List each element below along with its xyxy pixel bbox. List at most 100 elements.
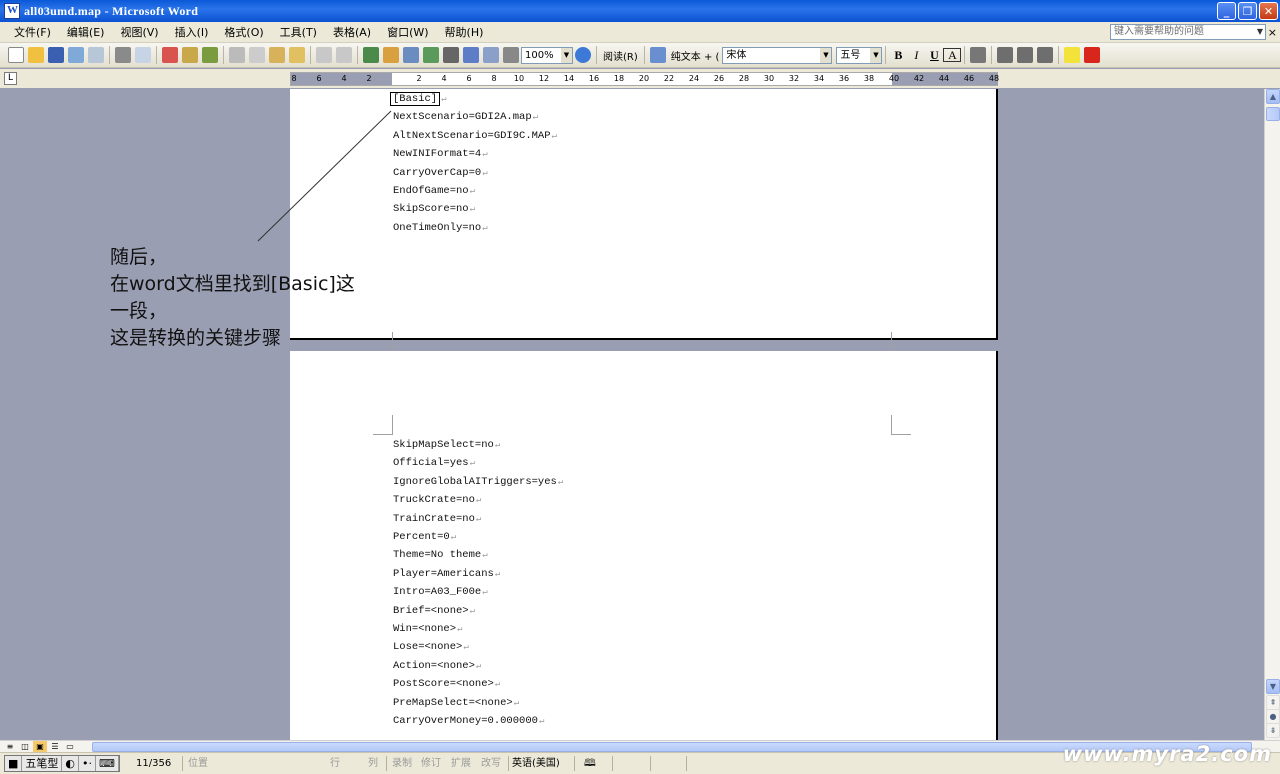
toolbar-separator bbox=[109, 46, 110, 64]
zoom-select[interactable]: 100% ▼ bbox=[521, 46, 573, 64]
minimize-button[interactable]: _ bbox=[1217, 2, 1236, 20]
ruler-tick-label: 30 bbox=[763, 74, 775, 83]
underline-button[interactable]: U bbox=[925, 48, 943, 63]
columns-icon[interactable] bbox=[443, 47, 459, 63]
document-map-icon[interactable] bbox=[483, 47, 499, 63]
vertical-scrollbar[interactable]: ▲ ▼ ⇞ ● ⇟ bbox=[1264, 89, 1280, 740]
ruler-tick-label: 40 bbox=[888, 74, 900, 83]
font-size-select[interactable]: 五号 ▼ bbox=[836, 46, 883, 64]
menu-insert[interactable]: 插入(I) bbox=[167, 24, 217, 40]
ruler-tick-label: 2 bbox=[416, 74, 422, 83]
document-area[interactable]: [Basic] ↵ NextScenario=GDI2A.map↵ AltNextSc… bbox=[22, 89, 1264, 740]
bold-button[interactable]: B bbox=[889, 48, 907, 63]
bullets-icon[interactable] bbox=[1017, 47, 1034, 63]
email-icon[interactable] bbox=[88, 47, 104, 63]
next-page-icon[interactable]: ⇟ bbox=[1266, 723, 1280, 738]
page-count: 11/356 bbox=[136, 758, 172, 769]
character-border-button[interactable]: A bbox=[943, 48, 962, 62]
tables-borders-icon[interactable] bbox=[383, 47, 399, 63]
paste-icon[interactable] bbox=[269, 47, 285, 63]
record-mode[interactable]: 录制 bbox=[392, 756, 412, 771]
status-divider bbox=[686, 756, 687, 771]
help-dropdown-icon[interactable]: ▼ bbox=[1254, 25, 1266, 39]
ruler-tick-label: 6 bbox=[466, 74, 472, 83]
font-dropdown-icon[interactable]: ▼ bbox=[820, 47, 832, 63]
word-app-icon bbox=[4, 3, 20, 19]
print-icon[interactable] bbox=[115, 47, 131, 63]
show-hide-icon[interactable] bbox=[503, 47, 519, 63]
menu-tools[interactable]: 工具(T) bbox=[272, 24, 325, 40]
ime-toolbar[interactable]: ■ 五笔型 ◐ •· ⌨ bbox=[4, 755, 120, 772]
ruler-tick-label: 10 bbox=[513, 74, 525, 83]
spelling-icon[interactable] bbox=[162, 47, 178, 63]
menu-file[interactable]: 文件(F) bbox=[6, 24, 59, 40]
format-painter-icon[interactable] bbox=[289, 47, 305, 63]
print-preview-icon[interactable] bbox=[135, 47, 151, 63]
menu-edit[interactable]: 编辑(E) bbox=[59, 24, 113, 40]
annotation-line: 随后， bbox=[110, 246, 168, 268]
document-close-icon[interactable]: × bbox=[1268, 26, 1277, 39]
drawing-icon[interactable] bbox=[463, 47, 479, 63]
copy-icon[interactable] bbox=[249, 47, 265, 63]
permission-icon[interactable] bbox=[68, 47, 84, 63]
spelling-status-icon[interactable]: 🕮 bbox=[584, 756, 596, 771]
close-button[interactable]: ✕ bbox=[1259, 2, 1278, 20]
ime-fullwidth-icon[interactable]: ◐ bbox=[62, 756, 80, 771]
scroll-down-icon[interactable]: ▼ bbox=[1266, 679, 1280, 694]
align-center-icon[interactable] bbox=[970, 47, 987, 63]
normal-view-icon[interactable]: ≡ bbox=[3, 741, 17, 752]
outline-view-icon[interactable]: ☰ bbox=[48, 741, 62, 752]
previous-page-icon[interactable]: ⇞ bbox=[1266, 695, 1280, 710]
numbering-icon[interactable] bbox=[997, 47, 1014, 63]
menu-help[interactable]: 帮助(H) bbox=[437, 24, 492, 40]
undo-icon[interactable] bbox=[316, 47, 332, 63]
read-mode-button[interactable]: 阅读(R) bbox=[600, 48, 641, 63]
tab-selector[interactable]: L bbox=[4, 72, 17, 85]
ruler-tick-label: 4 bbox=[341, 74, 347, 83]
menu-format[interactable]: 格式(O) bbox=[216, 24, 271, 40]
styles-icon[interactable] bbox=[649, 47, 666, 63]
menu-table[interactable]: 表格(A) bbox=[325, 24, 379, 40]
help-icon[interactable] bbox=[575, 47, 591, 63]
extend-mode[interactable]: 扩展 bbox=[451, 756, 471, 771]
research-icon[interactable] bbox=[182, 47, 198, 63]
print-view-icon[interactable]: ▣ bbox=[33, 741, 47, 752]
toolbar-separator bbox=[310, 46, 311, 64]
translate-icon[interactable] bbox=[202, 47, 218, 63]
insert-table-icon[interactable] bbox=[403, 47, 419, 63]
ime-mode[interactable]: 五笔型 bbox=[22, 756, 63, 771]
select-browse-object-icon[interactable]: ● bbox=[1266, 709, 1280, 724]
scroll-up-icon[interactable]: ▲ bbox=[1266, 89, 1280, 104]
menu-window[interactable]: 窗口(W) bbox=[379, 24, 436, 40]
web-view-icon[interactable]: ◫ bbox=[18, 741, 32, 752]
indent-icon[interactable] bbox=[1037, 47, 1054, 63]
style-select[interactable]: 纯文本 + ( bbox=[668, 48, 723, 63]
font-color-icon[interactable] bbox=[1084, 47, 1101, 63]
ime-punct-icon[interactable]: •· bbox=[79, 756, 97, 771]
menu-view[interactable]: 视图(V) bbox=[112, 24, 166, 40]
restore-button[interactable]: ❐ bbox=[1238, 2, 1257, 20]
revise-mode[interactable]: 修订 bbox=[421, 756, 441, 771]
ime-logo-icon[interactable]: ■ bbox=[5, 756, 23, 771]
italic-button[interactable]: I bbox=[907, 48, 925, 63]
ruler-tick-label: 12 bbox=[538, 74, 550, 83]
new-document-icon[interactable] bbox=[8, 47, 24, 63]
cut-icon[interactable] bbox=[229, 47, 245, 63]
help-search-input[interactable]: 键入需要帮助的问题 bbox=[1110, 24, 1266, 40]
ime-keyboard-icon[interactable]: ⌨ bbox=[96, 756, 119, 771]
open-folder-icon[interactable] bbox=[28, 47, 44, 63]
reading-view-icon[interactable]: ▭ bbox=[63, 741, 77, 752]
zoom-dropdown-icon[interactable]: ▼ bbox=[561, 47, 572, 63]
font-select[interactable]: 宋体 ▼ bbox=[722, 46, 833, 64]
ruler-tick-label: 48 bbox=[988, 74, 1000, 83]
horizontal-ruler[interactable]: 8 6 4 2 2 4 6 8 10 12 14 16 18 20 22 24 26 28 30 32 34 36 38 40… bbox=[290, 72, 1000, 86]
font-size-dropdown-icon[interactable]: ▼ bbox=[870, 47, 882, 63]
redo-icon[interactable] bbox=[336, 47, 352, 63]
scroll-thumb[interactable] bbox=[1266, 107, 1280, 121]
hyperlink-icon[interactable] bbox=[363, 47, 379, 63]
insert-excel-icon[interactable] bbox=[423, 47, 439, 63]
save-icon[interactable] bbox=[48, 47, 64, 63]
highlight-icon[interactable] bbox=[1064, 47, 1081, 63]
overwrite-mode[interactable]: 改写 bbox=[481, 756, 501, 771]
language-indicator[interactable]: 英语(美国) bbox=[512, 756, 560, 771]
